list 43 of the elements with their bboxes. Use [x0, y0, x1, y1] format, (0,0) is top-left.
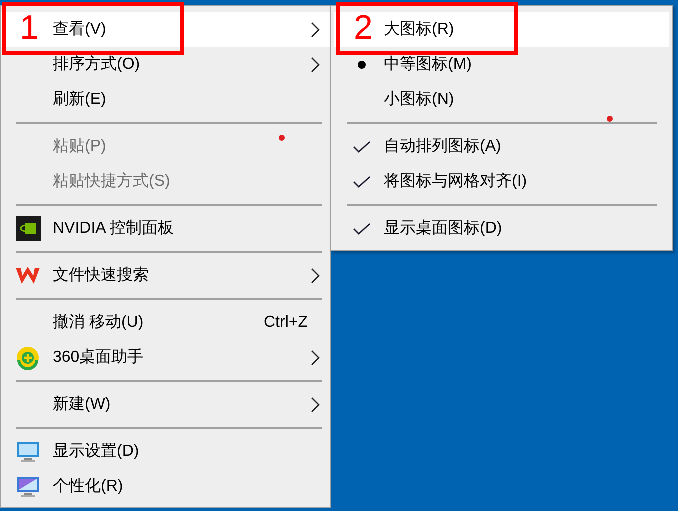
- menu-item[interactable]: 小图标(N): [334, 82, 669, 117]
- menu-item-label: 文件快速搜索: [53, 266, 149, 286]
- menu-item-label: 刷新(E): [53, 90, 106, 110]
- eye-logo-icon: [16, 216, 40, 241]
- menu-item-label: NVIDIA 控制面板: [53, 218, 174, 238]
- chevron-right-icon: [311, 350, 320, 366]
- plus-circle-icon: [16, 346, 40, 370]
- menu-item-label: 自动排列图标(A): [384, 136, 502, 156]
- shortcut-text: Ctrl+Z: [264, 312, 308, 332]
- menu-item[interactable]: 刷新(E): [1, 82, 330, 117]
- menu-item-label: 显示桌面图标(D): [384, 218, 502, 238]
- menu-item[interactable]: 个性化(R): [1, 469, 330, 504]
- menu-item-label: 中等图标(M): [384, 54, 472, 74]
- menu-item-label: 撤消 移动(U): [53, 312, 144, 332]
- menu-item[interactable]: NVIDIA 控制面板: [1, 211, 330, 246]
- menu-item-label: 将图标与网格对齐(I): [384, 172, 528, 192]
- menu-item[interactable]: 文件快速搜索: [1, 258, 330, 293]
- chevron-right-icon: [311, 22, 320, 38]
- menu-item-label: 粘贴快捷方式(S): [53, 172, 170, 192]
- menu-item[interactable]: 显示桌面图标(D): [334, 211, 669, 246]
- menu-item[interactable]: 自动排列图标(A): [334, 129, 669, 164]
- monitor-icon: [16, 476, 40, 498]
- menu-item[interactable]: 撤消 移动(U) Ctrl+Z: [1, 305, 330, 340]
- menu-item-label: 360桌面助手: [53, 348, 144, 368]
- chevron-right-icon: [311, 396, 320, 412]
- w-letter-icon: [15, 266, 41, 286]
- menu-item-label: 新建(W): [53, 394, 111, 414]
- menu-item-label: 小图标(N): [384, 90, 454, 110]
- menu-item[interactable]: 显示设置(D): [1, 434, 330, 469]
- chevron-right-icon: [311, 56, 320, 72]
- menu-item-label: 大图标(R): [384, 20, 454, 40]
- chevron-right-icon: [311, 268, 320, 284]
- menu-item-label: 显示设置(D): [53, 442, 140, 462]
- menu-item-label: 查看(V): [53, 20, 106, 40]
- menu-item[interactable]: 将图标与网格对齐(I): [334, 164, 669, 199]
- menu-item[interactable]: 新建(W): [1, 387, 330, 422]
- monitor-icon: [16, 440, 40, 462]
- menu-item-label: 个性化(R): [53, 476, 124, 496]
- menu-item[interactable]: 360桌面助手: [1, 340, 330, 375]
- menu-item[interactable]: 中等图标(M): [334, 47, 669, 82]
- menu-item[interactable]: 排序方式(O): [1, 47, 330, 82]
- menu-item-label: 粘贴(P): [53, 136, 106, 156]
- menu-item-label: 排序方式(O): [53, 54, 140, 74]
